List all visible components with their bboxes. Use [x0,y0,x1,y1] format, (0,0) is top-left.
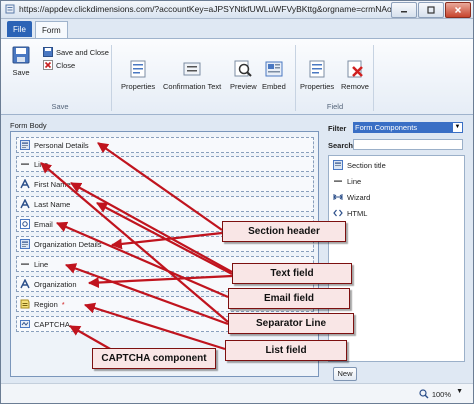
callout-label: Separator Line [255,318,327,329]
callout-section-header: Section header [222,221,346,242]
arrow-section-header-1 [97,142,223,231]
callout-text-field: Text field [232,263,352,284]
callout-list-field: List field [225,340,347,361]
arrow-captcha [69,325,113,351]
callout-label: Email field [263,293,314,304]
callout-label: Text field [270,268,314,279]
callout-separator-line: Separator Line [228,313,354,334]
callout-label: CAPTCHA component [101,353,207,364]
arrow-text-field-1 [70,182,233,273]
arrow-text-field-2 [96,202,233,275]
callout-captcha-component: CAPTCHA component [92,348,216,369]
arrow-list-field [83,302,226,351]
callout-label: Section header [248,226,320,237]
arrow-separator-line-2 [64,263,229,326]
arrow-separator-line-1 [40,162,229,323]
callout-label: List field [265,345,307,356]
callout-email-field: Email field [228,288,350,309]
